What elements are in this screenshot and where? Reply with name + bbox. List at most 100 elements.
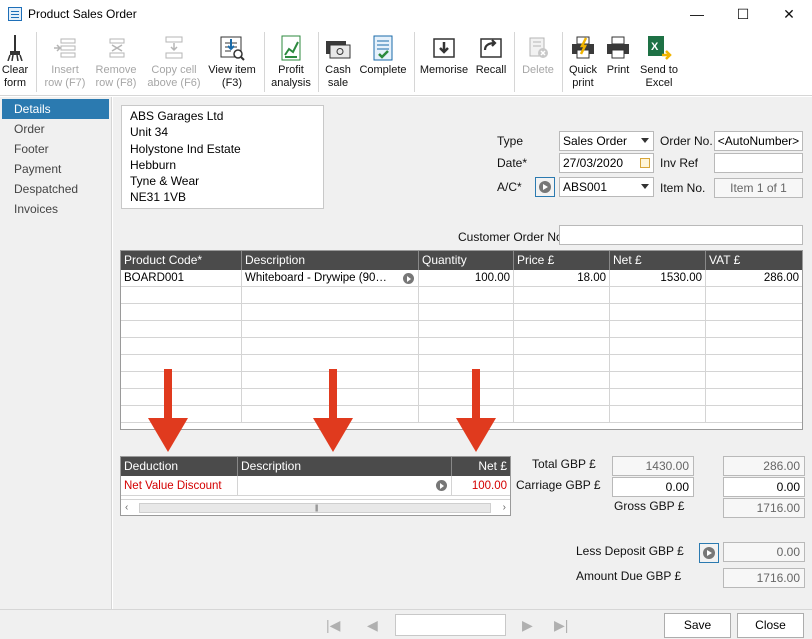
account-lookup-button[interactable] [535,177,555,197]
column-header-quantity[interactable]: Quantity [419,251,514,270]
grid-cell[interactable] [610,287,706,303]
grid-cell[interactable] [121,304,242,320]
grid-cell[interactable] [706,304,802,320]
inv-ref-field[interactable] [714,153,803,173]
close-window-button[interactable]: ✕ [766,0,812,28]
insert-row-button[interactable]: Insert row (F7) [40,28,90,94]
table-row[interactable]: BOARD001 Whiteboard - Drywipe (90… 100.0… [121,270,802,287]
send-to-excel-button[interactable]: X Send to Excel [636,28,682,94]
cell-product-code[interactable]: BOARD001 [121,270,242,286]
arrow-right-circle-icon[interactable] [436,480,447,491]
scroll-right-icon[interactable]: › [503,502,506,513]
nav-item-order[interactable]: Order [0,119,111,139]
grid-cell[interactable] [610,372,706,388]
profit-analysis-button[interactable]: Profit analysis [268,28,314,94]
view-item-button[interactable]: View item (F3) [206,28,258,94]
delivery-address-box[interactable]: ABS Garages Ltd Unit 34 Holystone Ind Es… [121,105,324,209]
save-button[interactable]: Save [664,613,731,638]
carriage-vat-field[interactable]: 0.00 [723,477,805,497]
grid-cell[interactable] [419,287,514,303]
grid-cell[interactable] [514,372,610,388]
maximize-button[interactable]: ☐ [720,0,766,28]
nav-item-despatched[interactable]: Despatched [0,179,111,199]
carriage-net-field[interactable]: 0.00 [612,477,694,497]
grid-cell[interactable] [419,321,514,337]
cell-vat[interactable]: 286.00 [706,270,802,286]
grid-cell[interactable] [706,372,802,388]
cell-net[interactable]: 1530.00 [610,270,706,286]
nav-item-payment[interactable]: Payment [0,159,111,179]
minimize-button[interactable]: — [674,0,720,28]
grid-cell[interactable] [610,389,706,405]
complete-button[interactable]: Complete [358,28,408,94]
grid-cell[interactable] [242,321,419,337]
last-record-icon[interactable]: ▶| [554,617,568,634]
arrow-right-circle-icon[interactable] [403,273,414,284]
deposit-details-button[interactable] [699,543,719,563]
grid-cell[interactable] [419,304,514,320]
grid-cell[interactable] [514,355,610,371]
previous-record-icon[interactable]: ◀ [367,617,378,634]
table-row[interactable] [121,287,802,304]
grid-cell[interactable] [242,338,419,354]
grid-cell[interactable] [706,338,802,354]
grid-cell[interactable] [242,304,419,320]
grid-cell[interactable] [514,321,610,337]
grid-cell[interactable] [610,321,706,337]
grid-cell[interactable] [121,287,242,303]
order-no-field[interactable]: <AutoNumber> [714,131,803,151]
delete-button[interactable]: Delete [518,28,558,94]
print-button[interactable]: Print [602,28,634,94]
nav-item-invoices[interactable]: Invoices [0,199,111,219]
grid-cell[interactable] [706,406,802,422]
grid-cell[interactable] [121,321,242,337]
grid-cell[interactable] [242,287,419,303]
quick-print-button[interactable]: Quick print [566,28,600,94]
record-navigator-field[interactable] [395,614,506,636]
calendar-icon[interactable] [640,158,650,168]
column-header-net[interactable]: Net £ [610,251,706,270]
table-row[interactable] [121,321,802,338]
remove-row-button[interactable]: Remove row (F8) [92,28,140,94]
customer-order-no-field[interactable] [559,225,803,245]
table-row[interactable] [121,304,802,321]
cell-price[interactable]: 18.00 [514,270,610,286]
grid-cell[interactable] [610,338,706,354]
scroll-left-icon[interactable]: ‹ [125,502,128,513]
grid-cell[interactable] [419,338,514,354]
clear-form-button[interactable]: Clear form [0,28,30,94]
grid-cell[interactable] [706,287,802,303]
column-header-price[interactable]: Price £ [514,251,610,270]
grid-cell[interactable] [514,406,610,422]
column-header-deduction-net[interactable]: Net £ [452,457,510,476]
table-row[interactable]: Net Value Discount 100.00 [121,476,510,496]
account-select[interactable]: ABS001 [559,177,654,197]
table-row[interactable] [121,338,802,355]
cell-deduction-description[interactable] [238,476,452,495]
memorise-button[interactable]: Memorise [418,28,470,94]
column-header-description[interactable]: Description [242,251,419,270]
cash-sale-button[interactable]: Cash sale [322,28,354,94]
grid-cell[interactable] [514,287,610,303]
grid-cell[interactable] [706,389,802,405]
scroll-thumb[interactable]: ||| [139,503,491,513]
date-field[interactable]: 27/03/2020 [559,153,654,173]
grid-cell[interactable] [121,338,242,354]
grid-cell[interactable] [514,304,610,320]
grid-cell[interactable] [706,321,802,337]
column-header-vat[interactable]: VAT £ [706,251,802,270]
copy-cell-above-button[interactable]: Copy cell above (F6) [146,28,202,94]
next-record-icon[interactable]: ▶ [522,617,533,634]
type-select[interactable]: Sales Order [559,131,654,151]
cell-deduction[interactable]: Net Value Discount [121,476,238,495]
column-header-product-code[interactable]: Product Code* [121,251,242,270]
column-header-deduction-description[interactable]: Description [238,457,452,476]
cell-description[interactable]: Whiteboard - Drywipe (90… [242,270,419,286]
cell-quantity[interactable]: 100.00 [419,270,514,286]
grid-cell[interactable] [610,355,706,371]
grid-cell[interactable] [514,389,610,405]
grid-cell[interactable] [514,338,610,354]
horizontal-scrollbar[interactable]: ‹ ||| › [121,499,510,515]
cell-deduction-net[interactable]: 100.00 [452,476,510,495]
grid-cell[interactable] [610,304,706,320]
